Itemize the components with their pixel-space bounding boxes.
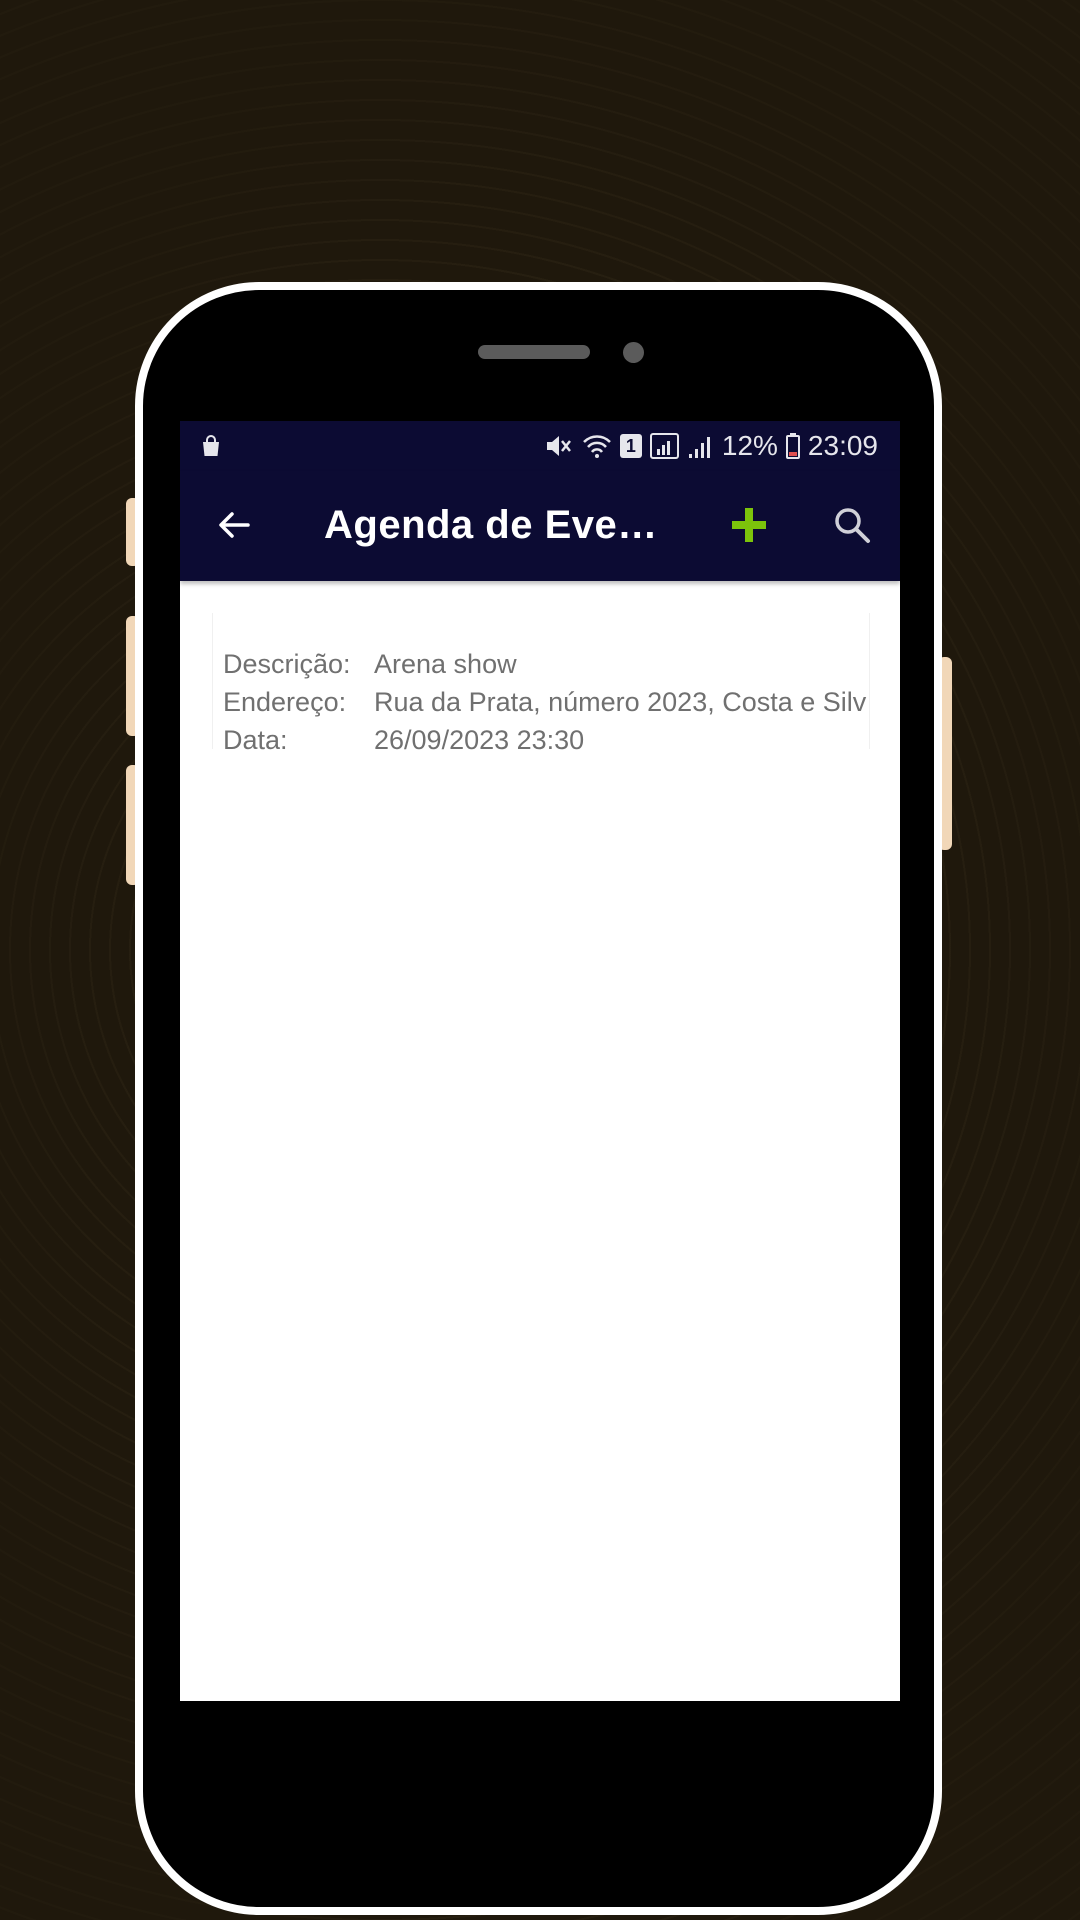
battery-percent: 12%	[721, 430, 778, 461]
sim-icon: 1	[619, 434, 642, 458]
battery-icon	[785, 433, 800, 459]
description-value: Arena show	[374, 649, 517, 679]
description-label: Descrição:	[223, 649, 351, 679]
event-card[interactable]: Descrição: Arena show Endereço: Rua da P…	[212, 613, 870, 755]
address-label: Endereço:	[223, 687, 347, 717]
signal-icon	[688, 437, 710, 458]
status-icons: 1 12% 23:09	[544, 430, 878, 462]
plus-icon[interactable]	[727, 503, 771, 547]
phone-front-camera	[623, 342, 644, 363]
app-bar: Agenda de Eventos	[180, 471, 900, 581]
phone-speaker	[478, 345, 590, 359]
wifi-icon	[582, 435, 611, 458]
app-screen: 1 12% 23:09 Agenda de Event Descrição: A…	[180, 421, 900, 1701]
mute-vibrate-icon	[546, 436, 571, 456]
signal-icon	[649, 433, 679, 459]
date-value: 26/09/2023 23:30	[374, 725, 585, 755]
status-time: 23:09	[807, 430, 878, 461]
arrow-left-icon[interactable]	[214, 505, 254, 545]
shopping-bag-icon	[203, 435, 219, 456]
search-icon[interactable]	[832, 505, 872, 545]
date-label: Data:	[223, 725, 288, 755]
page-title: Agenda de Eventos	[324, 503, 664, 547]
address-value: Rua da Prata, número 2023, Costa e Silv	[374, 687, 867, 717]
status-bar: 1 12% 23:09	[180, 421, 900, 471]
